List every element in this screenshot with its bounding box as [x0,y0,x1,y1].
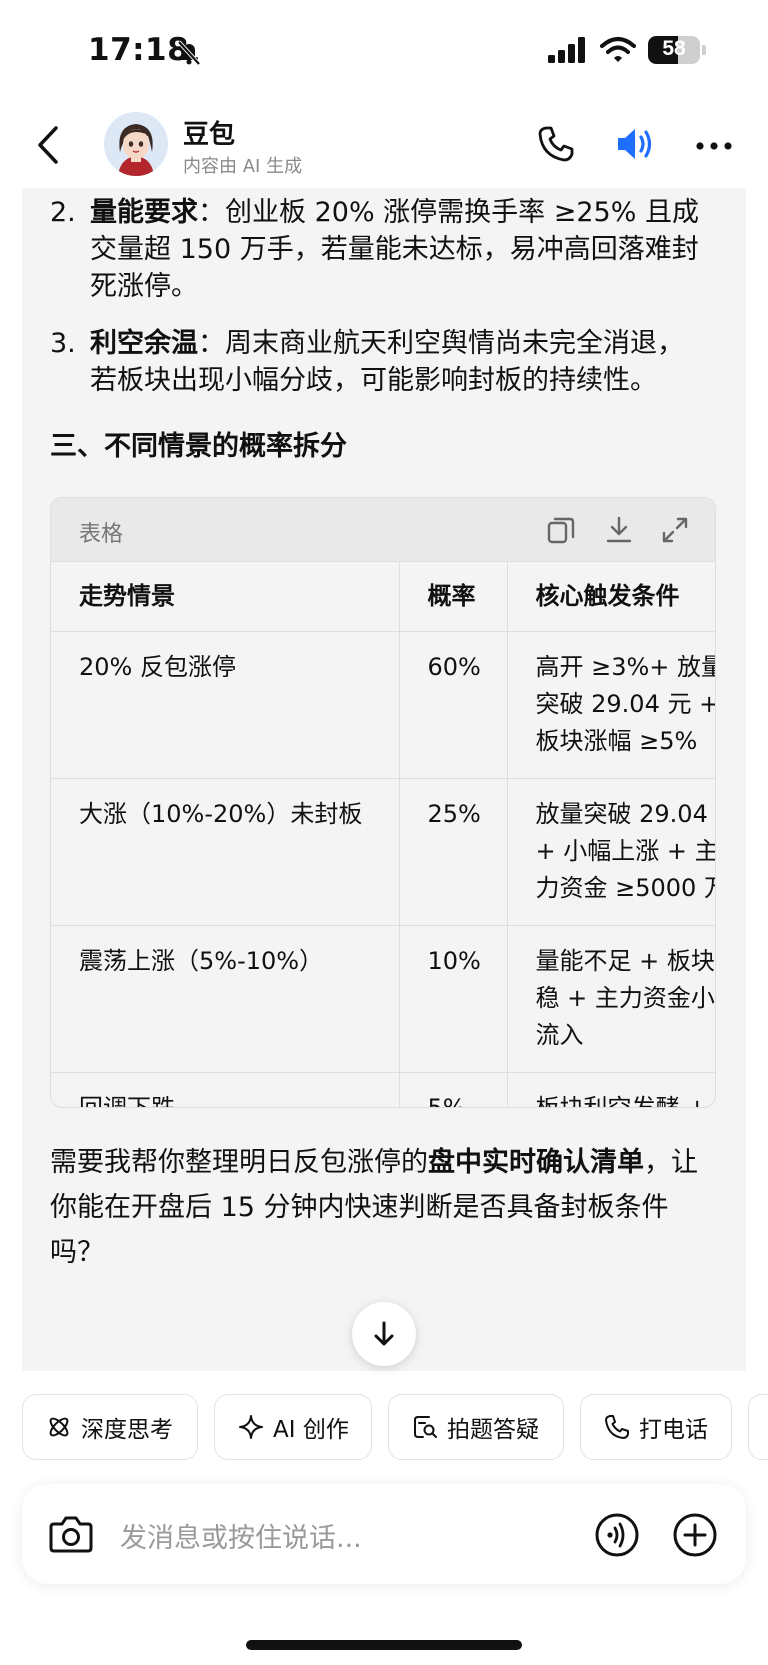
list-item: 3. 利空余温：周末商业航天利空舆情尚未完全消退，若板块出现小幅分歧，可能影响封… [50,325,710,399]
chip-more[interactable] [748,1394,768,1460]
download-icon[interactable] [603,514,635,546]
list-item: 2. 量能要求：创业板 20% 涨停需换手率 ≥25% 且成交量超 150 万手… [50,194,710,305]
list-item-title: 利空余温 [90,328,198,359]
column-header: 走势情景 [51,562,400,632]
table-row: 大涨（10%-20%）未封板 25% 放量突破 29.04 元 + 小幅上涨 +… [51,778,715,926]
table-label: 表格 [79,522,124,547]
avatar[interactable] [104,112,168,176]
message-bubble: 2. 量能要求：创业板 20% 涨停需换手率 ≥25% 且成交量超 150 万手… [22,188,746,1371]
table-cell: 60% [399,631,508,779]
camera-icon[interactable] [48,1512,94,1556]
column-header: 核心触发条件 [507,562,715,632]
battery-cap [702,45,706,55]
bot-name: 豆包 [183,120,236,150]
scan-search-icon [414,1416,437,1438]
phone-icon[interactable] [536,124,576,164]
table-cell: 放量突破 29.04 元 + 小幅上涨 + 主力资金 ≥5000 万 [507,778,715,926]
scroll-to-bottom-button[interactable] [352,1302,416,1366]
table-cell: 20% 反包涨停 [51,631,400,779]
list-number: 2. [50,197,76,228]
arrow-down-icon [374,1321,394,1346]
list-item-title: 量能要求 [90,197,198,228]
probability-table: 走势情景 概率 核心触发条件 20% 反包涨停 60% 高开 ≥3%+ 放量突破… [51,562,715,1107]
table-cell: 量能不足 + 板块平稳 + 主力资金小幅流入 [507,925,715,1073]
table-cell: 回调下跌 [51,1072,400,1107]
battery-indicator: 58 [648,36,700,64]
avatar-illustration-icon [104,112,168,176]
message-input-bar: 发消息或按住说话... [22,1484,746,1584]
table-row: 震荡上涨（5%-10%） 10% 量能不足 + 板块平稳 + 主力资金小幅流入 [51,925,715,1073]
table-header-row: 走势情景 概率 核心触发条件 [51,562,715,632]
quick-actions: 深度思考 AI 创作 拍题答疑 打电话 [0,1394,768,1462]
chip-label: 拍题答疑 [447,1417,539,1443]
table-cell: 10% [399,925,508,1073]
table-cell: 震荡上涨（5%-10%） [51,925,400,1073]
chip-label: AI 创作 [273,1417,349,1443]
table-row: 回调下跌 5% 板块利空发酵 + 主力资金净流出 [51,1072,715,1107]
table-cell: 板块利空发酵 + 主力资金净流出 [507,1072,715,1107]
column-header: 概率 [399,562,508,632]
ai-disclaimer: 内容由 AI 生成 [183,156,303,177]
closing-text: 需要我帮你整理明日反包涨停的 [50,1147,428,1178]
copy-icon[interactable] [545,514,577,546]
more-options-icon[interactable] [694,126,734,166]
sparkle-icon [239,1415,263,1439]
table-row: 20% 反包涨停 60% 高开 ≥3%+ 放量突破 29.04 元 + 板块涨幅… [51,631,715,779]
status-bar: 17:18 58 [0,0,768,100]
expand-icon[interactable] [659,514,691,546]
chip-label: 深度思考 [81,1417,173,1443]
voice-icon[interactable] [594,1512,640,1558]
battery-percentage: 58 [662,37,686,60]
table-cell: 高开 ≥3%+ 放量突破 29.04 元 + 板块涨幅 ≥5% [507,631,715,779]
chip-photo-question[interactable]: 拍题答疑 [388,1394,564,1460]
chip-label: 打电话 [639,1417,708,1443]
table-cell: 25% [399,778,508,926]
plus-icon[interactable] [672,1512,718,1558]
table-card: 表格 走势情景 概率 核心触发条件 20% 反包涨停 60% 高开 ≥3%+ 放… [50,497,716,1108]
chip-ai-creation[interactable]: AI 创作 [214,1394,372,1460]
chat-header: 豆包 内容由 AI 生成 [0,100,768,190]
chip-phone-call[interactable]: 打电话 [580,1394,732,1460]
chip-deep-thinking[interactable]: 深度思考 [22,1394,198,1460]
bell-muted-icon [177,40,201,66]
section-title: 三、不同情景的概率拆分 [50,431,347,462]
status-time: 17:18 [88,32,190,68]
closing-paragraph: 需要我帮你整理明日反包涨停的盘中实时确认清单，让你能在开盘后 15 分钟内快速判… [50,1140,710,1275]
message-input[interactable]: 发消息或按住说话... [120,1516,362,1555]
cellular-signal-icon [548,37,585,63]
table-toolbar: 表格 [51,498,715,562]
phone-icon [605,1415,629,1439]
speaker-icon[interactable] [614,122,658,166]
wifi-icon [600,37,636,62]
table-cell: 5% [399,1072,508,1107]
home-indicator [246,1640,522,1650]
list-number: 3. [50,328,76,359]
back-arrow-icon[interactable] [30,122,70,168]
closing-bold-text: 盘中实时确认清单 [428,1147,644,1178]
table-cell: 大涨（10%-20%）未封板 [51,778,400,926]
atom-icon [49,1417,69,1437]
